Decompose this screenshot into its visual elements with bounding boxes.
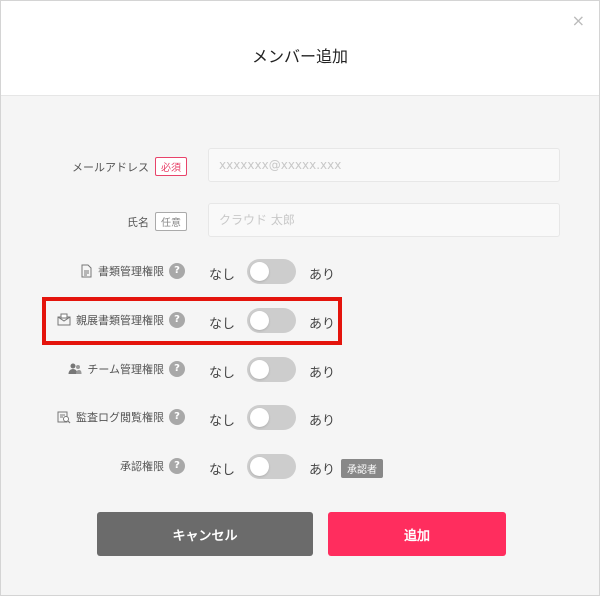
permission-label-text: 承認権限 xyxy=(120,460,164,473)
email-label-text: メールアドレス xyxy=(72,160,149,174)
cancel-button[interactable]: キャンセル xyxy=(97,512,313,556)
document-icon xyxy=(81,264,92,278)
email-field[interactable] xyxy=(208,148,560,182)
toggle-knob xyxy=(250,457,269,476)
help-icon[interactable]: ? xyxy=(169,458,185,474)
add-button[interactable]: 追加 xyxy=(328,512,506,556)
approval-permission-toggle[interactable] xyxy=(247,454,296,479)
help-icon[interactable]: ? xyxy=(169,263,185,279)
off-label: なし xyxy=(209,268,236,283)
help-icon[interactable]: ? xyxy=(169,361,185,377)
toggle-knob xyxy=(250,408,269,427)
permission-label: 承認権限 ? xyxy=(120,458,185,474)
required-badge: 必須 xyxy=(155,157,187,176)
approver-tag: 承認者 xyxy=(341,459,383,478)
on-label: あり xyxy=(309,414,336,429)
on-label: あり xyxy=(309,463,336,478)
dialog-title: メンバー追加 xyxy=(251,47,348,66)
off-label: なし xyxy=(209,366,236,381)
off-label: なし xyxy=(209,463,236,478)
highlight-box xyxy=(42,297,342,345)
email-label: メールアドレス 必須 xyxy=(72,157,187,176)
dialog-header: メンバー追加 × xyxy=(1,1,599,96)
name-field[interactable] xyxy=(208,203,560,237)
name-label: 氏名 任意 xyxy=(127,212,187,231)
on-label: あり xyxy=(309,268,336,283)
optional-badge: 任意 xyxy=(155,212,187,231)
audit-log-permission-toggle[interactable] xyxy=(247,405,296,430)
permission-label-text: チーム管理権限 xyxy=(87,363,164,376)
off-label: なし xyxy=(209,414,236,429)
permission-label: 監査ログ閲覧権限 ? xyxy=(57,409,185,425)
toggle-knob xyxy=(250,360,269,379)
permission-label: 書類管理権限 ? xyxy=(79,263,185,279)
team-permission-toggle[interactable] xyxy=(247,357,296,382)
name-label-text: 氏名 xyxy=(127,215,149,229)
audit-log-icon xyxy=(57,411,71,424)
permission-label-text: 書類管理権限 xyxy=(98,265,164,278)
add-member-dialog: メンバー追加 × メールアドレス 必須 氏名 任意 書類管理権限 ? なし あり… xyxy=(0,0,600,596)
permission-label: チーム管理権限 ? xyxy=(68,361,185,377)
toggle-knob xyxy=(250,262,269,281)
document-permission-toggle[interactable] xyxy=(247,259,296,284)
on-label: あり xyxy=(309,366,336,381)
permission-label-text: 監査ログ閲覧権限 xyxy=(76,411,164,424)
team-icon xyxy=(68,363,82,374)
help-icon[interactable]: ? xyxy=(169,409,185,425)
close-icon[interactable]: × xyxy=(572,11,585,31)
